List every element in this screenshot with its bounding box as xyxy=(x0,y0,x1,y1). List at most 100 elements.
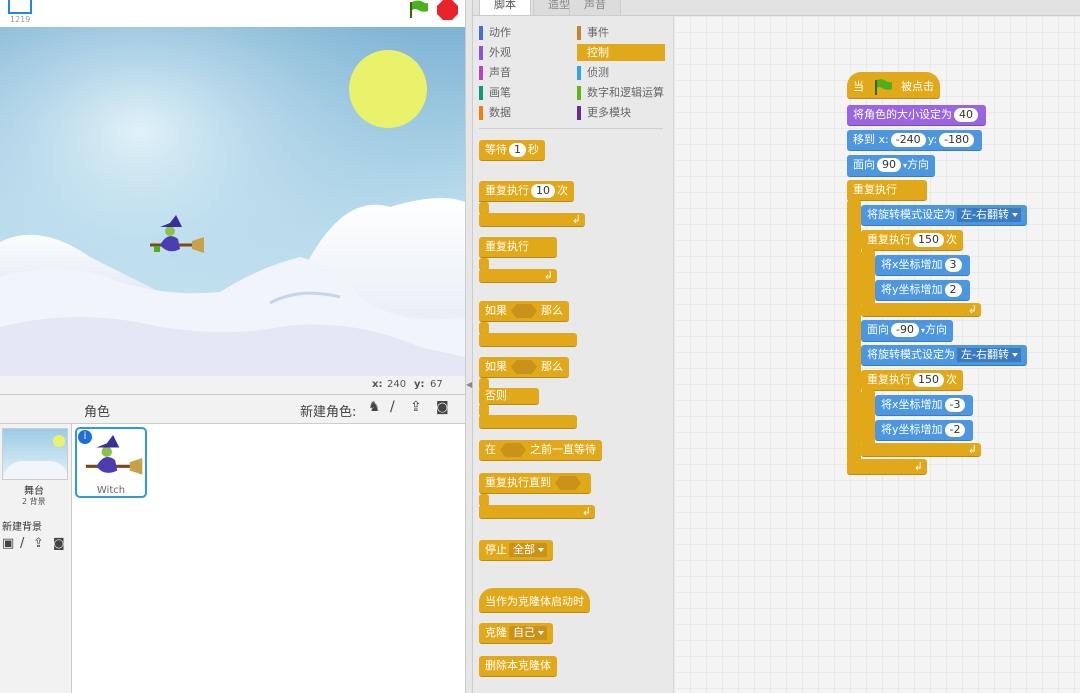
block-when-clone-start[interactable]: 当作为克隆体启动时 xyxy=(479,588,590,613)
block-repeat[interactable]: 重复执行 150 次 xyxy=(861,230,963,251)
block-label: 那么 xyxy=(541,304,563,317)
block-stop[interactable]: 停止 全部 xyxy=(479,540,553,561)
stop-icon[interactable] xyxy=(437,0,459,23)
block-set-rotation-style[interactable]: 将旋转模式设定为 左-右翻转 xyxy=(861,205,1027,226)
tab-scripts[interactable]: 脚本 xyxy=(479,0,531,16)
block-clone[interactable]: 克隆 自己 xyxy=(479,623,553,644)
collapse-arrow-icon[interactable]: ◀ xyxy=(466,380,472,389)
pane-divider[interactable]: ◀ xyxy=(465,0,473,693)
x-input[interactable]: -240 xyxy=(890,133,926,147)
block-if-else[interactable]: 如果 那么 xyxy=(479,357,569,378)
block-set-size[interactable]: 将角色的大小设定为 40 xyxy=(847,105,986,126)
block-wait-until[interactable]: 在 之前一直等待 xyxy=(479,440,602,461)
category-sound[interactable]: 声音 xyxy=(479,64,511,81)
stop-option-dropdown[interactable]: 全部 xyxy=(509,543,547,557)
witch-sprite[interactable] xyxy=(146,215,204,262)
fullscreen-icon[interactable] xyxy=(8,0,32,14)
sprites-title: 角色 xyxy=(84,405,111,420)
upload-icon[interactable]: ⇪ xyxy=(410,399,422,415)
block-label: 将角色的大小设定为 xyxy=(853,108,952,121)
green-flag-icon[interactable] xyxy=(407,0,429,21)
repeat-count-input[interactable]: 150 xyxy=(913,233,944,247)
backdrop-camera-icon[interactable]: ◙ xyxy=(53,536,65,550)
rotation-style-dropdown[interactable]: 左-右翻转 xyxy=(957,348,1021,362)
block-label: 方向 xyxy=(907,158,930,171)
category-control[interactable]: 控制 xyxy=(577,44,665,61)
block-go-to-xy[interactable]: 移到 x: -240 y: -180 xyxy=(847,130,983,151)
category-motion[interactable]: 动作 xyxy=(479,24,511,41)
category-events[interactable]: 事件 xyxy=(577,24,609,41)
block-label: 将旋转模式设定为 xyxy=(867,348,955,361)
block-label: 将x坐标增加 xyxy=(881,398,943,411)
category-swatch xyxy=(577,46,581,60)
repeat-count-input[interactable]: 150 xyxy=(913,373,944,387)
category-pen[interactable]: 画笔 xyxy=(479,84,511,101)
stage-canvas[interactable] xyxy=(0,27,465,376)
block-change-x[interactable]: 将x坐标增加 -3 xyxy=(875,395,974,416)
condition-slot[interactable] xyxy=(511,304,537,318)
stage-size-label: 1219 xyxy=(10,15,31,24)
category-more-blocks[interactable]: 更多模块 xyxy=(577,104,631,121)
category-operators[interactable]: 数字和逻辑运算 xyxy=(577,84,664,101)
direction-input[interactable]: -90 xyxy=(891,323,919,337)
block-repeat-until[interactable]: 重复执行直到 xyxy=(479,473,591,494)
block-label: y: xyxy=(927,133,938,146)
category-looks[interactable]: 外观 xyxy=(479,44,511,61)
wait-seconds-input[interactable]: 1 xyxy=(509,143,526,157)
block-set-rotation-style[interactable]: 将旋转模式设定为 左-右翻转 xyxy=(861,345,1027,366)
change-y-input[interactable]: -2 xyxy=(944,423,966,437)
change-x-input[interactable]: -3 xyxy=(944,398,966,412)
block-label: 重复执行 xyxy=(867,233,911,246)
sprite-name: Witch xyxy=(96,485,126,496)
block-wait[interactable]: 等待 1 秒 xyxy=(479,140,545,161)
block-forever[interactable]: 重复执行 xyxy=(847,180,927,201)
change-y-input[interactable]: 2 xyxy=(944,283,962,297)
block-if-then[interactable]: 如果 那么 xyxy=(479,301,569,322)
category-sensing[interactable]: 侦测 xyxy=(577,64,609,81)
block-change-y[interactable]: 将y坐标增加 2 xyxy=(875,280,970,301)
scripts-area[interactable]: 当 被点击 将角色的大小设定为 40 移到 x: -240 y: -180 面向 90 ▾方… xyxy=(673,16,1080,693)
block-label: 将y坐标增加 xyxy=(881,283,943,296)
direction-input[interactable]: 90 xyxy=(877,158,901,172)
condition-slot[interactable] xyxy=(500,443,526,457)
clone-target-dropdown[interactable]: 自己 xyxy=(509,626,547,640)
size-input[interactable]: 40 xyxy=(954,108,978,122)
condition-slot[interactable] xyxy=(511,360,537,374)
block-when-flag-clicked[interactable]: 当 被点击 xyxy=(847,72,940,99)
y-input[interactable]: -180 xyxy=(939,133,975,147)
block-label: 如果 xyxy=(485,304,507,317)
block-repeat[interactable]: 重复执行 10 次 xyxy=(479,181,574,202)
backdrop-paint-icon[interactable]: / xyxy=(20,536,24,551)
stage-toolbar: 1219 xyxy=(0,0,465,27)
paint-brush-icon[interactable]: / xyxy=(390,399,395,415)
rotation-style-dropdown[interactable]: 左-右翻转 xyxy=(957,208,1021,222)
category-label: 动作 xyxy=(489,26,511,39)
sprite-library-icon[interactable]: ♞ xyxy=(368,399,381,415)
block-forever[interactable]: 重复执行 xyxy=(479,237,557,258)
tab-sounds[interactable]: 声音 xyxy=(569,0,621,16)
backdrop-library-icon[interactable]: ▣ xyxy=(2,536,14,551)
category-data[interactable]: 数据 xyxy=(479,104,511,121)
sprite-tile[interactable]: i Witch xyxy=(75,427,147,498)
backdrop-upload-icon[interactable]: ⇪ xyxy=(33,536,44,551)
block-label: 将y坐标增加 xyxy=(881,423,943,436)
category-label: 数据 xyxy=(489,106,511,119)
block-label: 将x坐标增加 xyxy=(881,258,943,271)
block-change-y[interactable]: 将y坐标增加 -2 xyxy=(875,420,974,441)
repeat-foot: ↲ xyxy=(861,443,981,457)
repeat-count-input[interactable]: 10 xyxy=(531,184,555,198)
c-block-foot: ↲ xyxy=(479,213,585,227)
category-swatch xyxy=(479,26,483,40)
block-point-direction[interactable]: 面向 -90 ▾方向 xyxy=(861,320,953,342)
condition-slot[interactable] xyxy=(555,476,581,490)
block-repeat[interactable]: 重复执行 150 次 xyxy=(861,370,963,391)
change-x-input[interactable]: 3 xyxy=(944,258,962,272)
block-change-x[interactable]: 将x坐标增加 3 xyxy=(875,255,970,276)
block-delete-clone[interactable]: 删除本克隆体 xyxy=(479,656,557,677)
block-label: 次 xyxy=(557,184,568,197)
block-point-direction[interactable]: 面向 90 ▾方向 xyxy=(847,155,936,177)
category-swatch xyxy=(577,86,581,100)
stage-thumbnail[interactable] xyxy=(2,428,68,480)
camera-icon[interactable]: ◙ xyxy=(436,400,449,415)
block-label: 否则 xyxy=(485,389,507,402)
